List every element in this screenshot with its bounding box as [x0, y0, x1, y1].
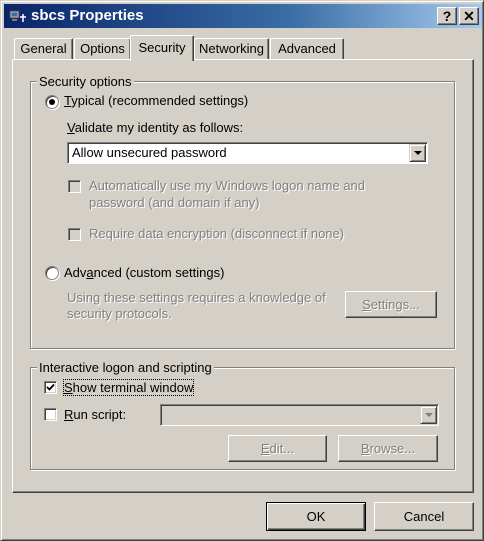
advanced-note-line1: Using these settings requires a knowledg…	[67, 290, 326, 305]
tab-networking[interactable]: Networking	[194, 38, 269, 60]
show-terminal-label-text: how terminal window	[72, 380, 194, 395]
edit-label-text: dit...	[269, 441, 295, 456]
validate-mnemonic: V	[67, 120, 75, 135]
browse-label-text: rowse...	[369, 441, 416, 456]
show-terminal-mnemonic: S	[64, 380, 73, 395]
identity-dropdown-button[interactable]	[409, 144, 426, 162]
validate-identity-label: Validate my identity as follows:	[67, 120, 243, 135]
settings-label-text: ettings...	[370, 297, 420, 312]
auto-logon-label-line2: password (and domain if any)	[89, 195, 260, 210]
identity-dropdown-value: Allow unsecured password	[72, 145, 227, 160]
settings-button[interactable]: Settings...	[345, 291, 437, 318]
properties-dialog: sbcs Properties ? ✕ General Options Secu…	[0, 0, 484, 541]
typical-radio[interactable]	[45, 95, 59, 109]
validate-label-text: alidate my identity as follows:	[74, 120, 244, 135]
auto-logon-label-line1: Automatically use my Windows logon name …	[89, 178, 366, 193]
advanced-note-line2: security protocols.	[67, 306, 172, 321]
interactive-logon-legend: Interactive logon and scripting	[37, 360, 214, 375]
run-script-label-text: un script:	[73, 407, 127, 422]
advanced-radio-label[interactable]: Advanced (custom settings)	[64, 265, 224, 280]
checkmark-icon	[46, 383, 55, 391]
security-options-legend: Security options	[37, 74, 134, 89]
help-button[interactable]: ?	[437, 7, 457, 25]
script-dropdown[interactable]	[160, 404, 439, 426]
run-script-label[interactable]: Run script:	[64, 407, 126, 422]
advanced-label-pre: Adv	[64, 265, 87, 280]
advanced-label-post: nced (custom settings)	[93, 265, 225, 280]
run-script-mnemonic: R	[64, 407, 74, 422]
identity-dropdown[interactable]: Allow unsecured password	[67, 142, 428, 164]
advanced-mnemonic: a	[86, 265, 94, 280]
tab-security[interactable]: Security	[130, 35, 194, 61]
cancel-button[interactable]: Cancel	[374, 502, 474, 531]
network-connection-icon	[9, 10, 26, 22]
advanced-radio[interactable]	[45, 266, 59, 280]
tab-general[interactable]: General	[14, 38, 73, 60]
run-script-checkbox[interactable]	[44, 408, 57, 421]
chevron-down-icon	[425, 413, 433, 417]
browse-mnemonic: B	[360, 441, 370, 456]
close-button[interactable]: ✕	[459, 7, 479, 25]
tab-advanced[interactable]: Advanced	[270, 38, 344, 60]
radio-selected-dot	[49, 99, 55, 105]
chevron-down-icon	[414, 151, 422, 155]
require-encryption-label: Require data encryption (disconnect if n…	[89, 226, 345, 241]
typical-radio-label[interactable]: Typical (recommended settings)	[64, 93, 248, 108]
edit-mnemonic: E	[260, 441, 270, 456]
show-terminal-label[interactable]: Show terminal window	[62, 379, 195, 396]
tab-security-label: Security	[138, 40, 186, 55]
auto-logon-checkbox[interactable]	[68, 180, 81, 193]
edit-button[interactable]: Edit...	[228, 435, 327, 462]
settings-mnemonic: S	[362, 297, 371, 312]
tab-options[interactable]: Options	[74, 38, 131, 60]
title-bar[interactable]: sbcs Properties ? ✕	[4, 4, 482, 28]
window-title: sbcs Properties	[31, 7, 144, 24]
script-dropdown-button[interactable]	[420, 406, 437, 424]
typical-label-text: ypical (recommended settings)	[71, 93, 249, 108]
require-encryption-checkbox[interactable]	[68, 228, 81, 241]
ok-button[interactable]: OK	[266, 502, 366, 531]
show-terminal-checkbox[interactable]	[44, 381, 57, 394]
browse-button[interactable]: Browse...	[338, 435, 438, 462]
